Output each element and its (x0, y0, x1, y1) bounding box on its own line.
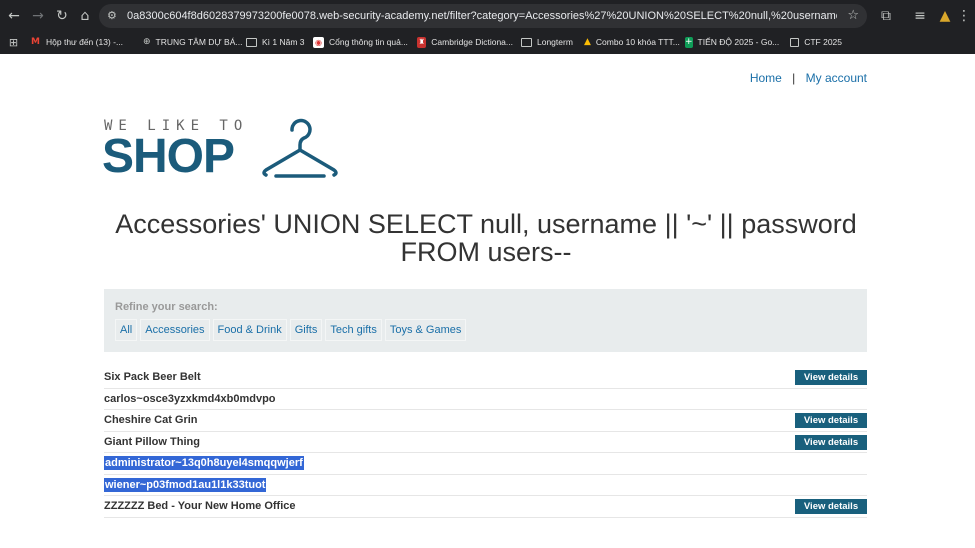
filter-link-gifts[interactable]: Gifts (289, 319, 323, 341)
bookmark-6[interactable]: ▲ Combo 10 khóa TTT... (584, 33, 680, 51)
bookmark-label: Cổng thông tin quả... (329, 37, 408, 47)
address-bar[interactable]: ⚙ 0a8300c604f8d6028379973200fe0078.web-s… (99, 4, 867, 28)
browser-chrome: ← → ↻ ⌂ ⚙ 0a8300c604f8d6028379973200fe00… (0, 0, 975, 54)
table-row: administrator~13q0h8uyel4smqqwjerf (104, 453, 867, 475)
refine-search-panel: Refine your search: All Accessories Food… (104, 289, 867, 352)
top-nav: Home | My account (750, 71, 867, 85)
cambridge-icon: ♜ (417, 36, 427, 48)
filter-link-tech-gifts[interactable]: Tech gifts (325, 319, 382, 341)
bookmark-label: Cambridge Dictiona... (431, 37, 513, 47)
back-arrow-icon[interactable]: ← (4, 6, 24, 26)
view-details-button[interactable]: View details (795, 499, 867, 514)
bookmark-label: TIẾN ĐỘ 2025 - Go... (697, 37, 780, 47)
url-text[interactable]: 0a8300c604f8d6028379973200fe0078.web-sec… (127, 4, 837, 28)
drive-icon: ▲ (584, 36, 591, 47)
home-icon[interactable]: ⌂ (75, 6, 95, 26)
filter-link-toys-games[interactable]: Toys & Games (384, 319, 467, 341)
product-name: ZZZZZZ Bed - Your New Home Office (104, 500, 296, 512)
view-details-button[interactable]: View details (795, 434, 867, 450)
table-row: Giant Pillow Thing View details (104, 432, 867, 453)
grid-icon: ⊞ (8, 35, 19, 49)
hanger-icon (262, 118, 338, 178)
forward-arrow-icon[interactable]: → (28, 6, 48, 26)
product-name: carlos~osce3yzxkmd4xb0mdvpo (104, 392, 276, 405)
bookmark-label: TRUNG TÂM DỰ BÁ... (155, 37, 243, 47)
bookmark-4[interactable]: ♜ Cambridge Dictiona... (417, 33, 513, 51)
product-name: Giant Pillow Thing (104, 435, 200, 448)
bookmark-1[interactable]: ⊕ TRUNG TÂM DỰ BÁ... (143, 33, 242, 51)
bookmark-0[interactable]: M Hộp thư đến (13) -... (30, 33, 132, 51)
bookmarks-bar: ⊞ M Hộp thư đến (13) -... ⊕ TRUNG TÂM DỰ… (0, 32, 975, 52)
product-name: Six Pack Beer Belt (104, 371, 201, 383)
view-details-button[interactable]: View details (795, 370, 867, 385)
table-row: Cheshire Cat Grin View details (104, 410, 867, 432)
bookmark-8[interactable]: CTF 2025 (790, 33, 842, 51)
view-details-button[interactable]: View details (795, 413, 867, 428)
bookmark-label: Kì 1 Năm 3 (262, 37, 305, 47)
table-row: carlos~osce3yzxkmd4xb0mdvpo (104, 389, 867, 410)
site-logo[interactable]: WE LIKE TO SHOP (102, 118, 344, 183)
bookmark-2[interactable]: Kì 1 Năm 3 (246, 33, 306, 51)
table-row: Six Pack Beer Belt View details (104, 367, 867, 389)
menu-icon[interactable]: ⋮ (954, 6, 974, 26)
bookmark-7[interactable]: + TIẾN ĐỘ 2025 - Go... (685, 33, 779, 51)
reload-icon[interactable]: ↻ (52, 6, 72, 26)
home-link[interactable]: Home (750, 71, 782, 85)
my-account-link[interactable]: My account (806, 71, 867, 85)
bookmark-3[interactable]: ◉ Cổng thông tin quả... (313, 33, 408, 51)
globe-icon: ⊕ (143, 36, 151, 47)
table-row: wiener~p03fmod1au1l1k33tuot (104, 475, 867, 496)
bookmark-label: CTF 2025 (804, 37, 842, 47)
refine-search-label: Refine your search: (115, 301, 218, 313)
filter-link-food-drink[interactable]: Food & Drink (212, 319, 287, 341)
gmail-icon: M (31, 36, 40, 47)
site-info-icon[interactable]: ⚙ (107, 8, 121, 24)
category-filters: All Accessories Food & Drink Gifts Tech … (115, 319, 467, 341)
reading-list-icon[interactable]: ≡ (910, 6, 930, 26)
apps-grid-icon[interactable]: ⊞ (8, 33, 24, 51)
bookmark-5[interactable]: Longterm (521, 33, 573, 51)
folder-icon (521, 37, 532, 47)
table-row: ZZZZZZ Bed - Your New Home Office View d… (104, 496, 867, 518)
bookmark-label: Hộp thư đến (13) -... (46, 37, 124, 47)
product-list: Six Pack Beer Belt View details carlos~o… (104, 367, 867, 518)
product-name-selected: wiener~p03fmod1au1l1k33tuot (104, 477, 267, 492)
product-name-selected: administrator~13q0h8uyel4smqqwjerf (104, 456, 304, 470)
portal-icon: ◉ (313, 36, 324, 48)
bookmark-label: Longterm (537, 37, 573, 47)
logo-brand: SHOP (102, 130, 235, 183)
extensions-icon[interactable]: ⧉ (876, 6, 896, 26)
product-name: Cheshire Cat Grin (104, 414, 198, 426)
bookmark-label: Combo 10 khóa TTT... (595, 37, 680, 47)
folder-icon (246, 37, 257, 47)
bookmark-star-icon[interactable]: ☆ (847, 7, 859, 25)
nav-separator: | (792, 71, 796, 85)
filter-link-accessories[interactable]: Accessories (140, 319, 210, 341)
profile-icon[interactable]: ▲ (935, 6, 955, 26)
page-title: Accessories' UNION SELECT null, username… (115, 209, 857, 267)
filter-link-all[interactable]: All (115, 319, 138, 341)
browser-toolbar: ← → ↻ ⌂ ⚙ 0a8300c604f8d6028379973200fe00… (0, 0, 975, 32)
sheets-icon: + (685, 36, 693, 48)
folder-icon (790, 37, 800, 47)
web-page: Home | My account WE LIKE TO SHOP Access… (0, 54, 975, 548)
